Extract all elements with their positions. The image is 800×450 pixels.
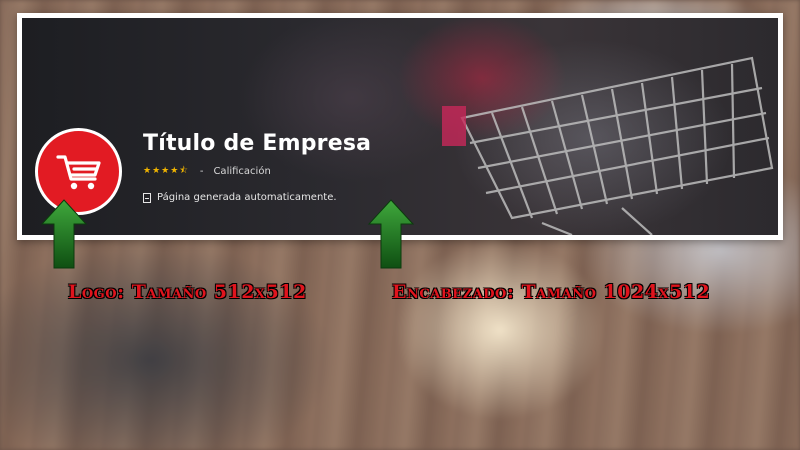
star-full-icon: ★: [161, 166, 170, 176]
logo-size-caption: Logo: Tamaño 512x512: [68, 281, 307, 303]
rating-separator: -: [199, 166, 204, 177]
star-full-icon: ★: [170, 166, 179, 176]
star-full-icon: ★: [152, 166, 161, 176]
star-full-icon: ★: [143, 166, 152, 176]
info-row: Página generada automaticamente.: [143, 192, 337, 203]
company-title: Título de Empresa: [143, 131, 372, 156]
rating-row: ★ ★ ★ ★ ⯪ - Calificación: [143, 166, 271, 177]
rating-stars: ★ ★ ★ ★ ⯪: [143, 167, 188, 176]
shopping-cart-photo: [442, 56, 774, 235]
document-icon: [143, 192, 151, 203]
header-size-caption: Encabezado: Tamaño 1024x512: [392, 281, 711, 303]
star-half-icon: ⯪: [179, 166, 188, 176]
rating-label[interactable]: Calificación: [213, 166, 270, 177]
shopping-cart-icon: [55, 154, 101, 189]
info-text: Página generada automaticamente.: [157, 192, 337, 203]
arrow-up-icon: [367, 199, 415, 269]
arrow-up-icon: [40, 199, 88, 269]
